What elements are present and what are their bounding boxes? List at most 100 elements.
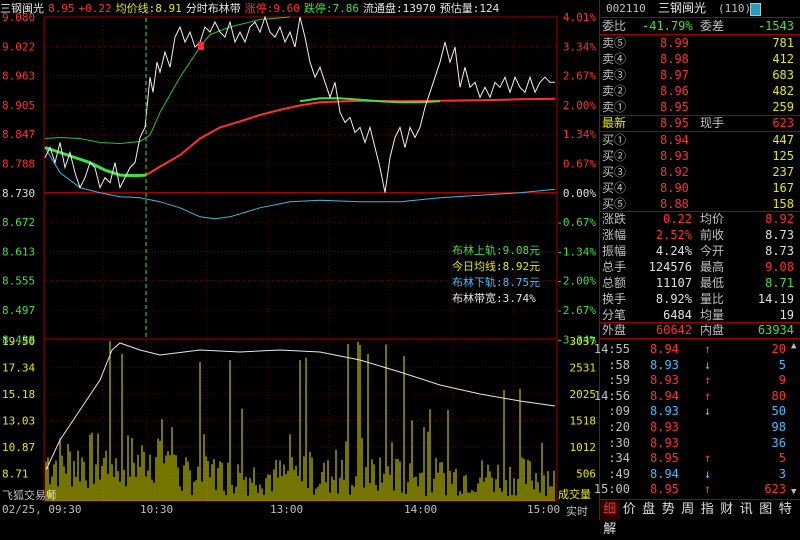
tab-5[interactable]: 指 (698, 500, 718, 520)
ask-volume: 412 (772, 52, 794, 66)
stat-label: 涨幅 (602, 228, 627, 242)
stat-row[interactable]: 总额 11107 最低 8.71 (600, 275, 798, 291)
tab-7[interactable]: 讯 (737, 500, 757, 520)
axis-label: 8.905 (2, 99, 35, 112)
stat-label: 均量 (700, 308, 725, 322)
tick-price: 8.94 (650, 466, 679, 481)
tick-row[interactable]: :58 8.93 ↓ 5 (600, 357, 798, 373)
stat-row[interactable]: 涨跌 0.22 均价 8.92 (600, 211, 798, 227)
tick-row[interactable]: 14:56 8.94 ↑ 80 (594, 388, 798, 404)
tab-2[interactable]: 盘 (639, 500, 659, 520)
panel-toggle-icon[interactable] (750, 3, 761, 16)
scroll-up-icon[interactable]: ▲ (791, 341, 796, 351)
ask-volume: 781 (772, 36, 794, 50)
tab-10[interactable]: 解 (600, 520, 620, 540)
bid-label: 买④ (602, 181, 627, 195)
tick-time: :34 (608, 451, 630, 466)
ask-row[interactable]: 卖① 8.95 259 (600, 99, 798, 115)
tab-4[interactable]: 周 (678, 500, 698, 520)
stat-label: 振幅 (602, 244, 627, 258)
tick-price: 8.93 (650, 357, 679, 372)
tab-6[interactable]: 财 (717, 500, 737, 520)
bollinger-upper-line (44, 16, 291, 145)
bid-row[interactable]: 买④ 8.90 167 (600, 180, 798, 196)
axis-label: 2.00% (563, 99, 596, 112)
ask-row[interactable]: 卖⑤ 8.99 781 (600, 35, 798, 51)
tick-row[interactable]: 14:55 8.94 ↑ 20 (594, 341, 798, 357)
tick-row[interactable]: :20 8.93 98 (600, 419, 798, 435)
axis-label: -1.34% (556, 245, 596, 258)
stat-row[interactable]: 换手 8.92% 量比 14.19 (600, 291, 798, 307)
bid-price: 8.92 (660, 165, 689, 179)
axis-label: 1.34% (563, 128, 596, 141)
stat-value: 8.73 (765, 228, 794, 242)
tick-volume: 98 (771, 420, 786, 434)
tick-price: 8.94 (650, 388, 679, 403)
tick-price: 8.94 (650, 342, 679, 356)
stat-row[interactable]: 总手 124576 最高 9.08 (600, 259, 798, 275)
inner-volume: 63934 (757, 323, 794, 337)
tick-time: :20 (608, 420, 630, 434)
bid-row[interactable]: 买③ 8.92 237 (600, 164, 798, 180)
watermark: 飞狐交易师 (2, 488, 57, 502)
tab-1[interactable]: 价 (620, 500, 640, 520)
tick-row[interactable]: :30 8.93 36 (600, 435, 798, 451)
tick-direction-icon: ↑ (704, 388, 712, 403)
axis-label: 8.555 (2, 275, 35, 288)
tab-8[interactable]: 图 (756, 500, 776, 520)
ask-price: 8.95 (660, 100, 689, 114)
bid-label: 买② (602, 149, 627, 163)
bollinger-upper-label: 布林上轨:9.08元 (452, 244, 541, 257)
volume-axis-labels-left: 19.50 17.34 15.18 13.03 10.87 8.71 (2, 335, 35, 481)
stock-code: 002110 (606, 2, 646, 15)
tick-row[interactable]: :49 8.94 ↓ 3 (600, 466, 798, 482)
ask-row[interactable]: 卖③ 8.97 683 (600, 67, 798, 83)
tick-row[interactable]: :59 8.93 ↑ 9 (600, 372, 798, 388)
tick-volume: 623 (764, 482, 786, 497)
outer-inner-row: 外盘 60642 内盘 63934 (602, 323, 794, 337)
time-label-1500: 15:00 (527, 503, 561, 516)
bid-price: 8.88 (660, 197, 689, 211)
stat-row[interactable]: 振幅 4.24% 今开 8.73 (600, 243, 798, 259)
ratio-value: -41.79% (642, 19, 693, 33)
tick-volume: 50 (771, 404, 786, 419)
tab-3[interactable]: 势 (659, 500, 679, 520)
stat-row[interactable]: 分笔 6484 均量 19 (600, 307, 798, 323)
tick-row[interactable]: 15:00 8.95 ↑ 623 (594, 481, 798, 497)
stat-label: 量比 (700, 292, 725, 306)
stat-value: 8.73 (765, 244, 794, 258)
last-volume: 623 (772, 116, 794, 130)
ask-price: 8.97 (660, 68, 689, 82)
stat-value: 0.22 (663, 212, 692, 226)
last-price-row: 最新 8.95 现手 623 (602, 116, 794, 130)
bollinger-mid-label: 今日均线:8.92元 (452, 260, 541, 273)
tab-9[interactable]: 特 (776, 500, 796, 520)
chart-header: 三钢闽光 8.95 +0.22 均价线:8.91 分时布林带 涨停:9.60 跌停:7.86… (0, 0, 598, 17)
bollinger-legend: 布林上轨:9.08元 今日均线:8.92元 布林下轨:8.75元 布林带宽:3.… (452, 243, 540, 307)
axis-label: 8.847 (2, 128, 35, 141)
stat-value: 9.08 (765, 260, 794, 274)
bid-row[interactable]: 买⑤ 8.88 158 (600, 196, 798, 212)
bid-row[interactable]: 买② 8.93 125 (600, 148, 798, 164)
tick-scrollbar[interactable]: ▲ ▼ (791, 341, 799, 497)
outer-volume: 60642 (656, 323, 693, 337)
ask-row[interactable]: 卖② 8.96 482 (600, 83, 798, 99)
tick-volume: 20 (771, 342, 786, 356)
ask-row[interactable]: 卖④ 8.98 412 (600, 51, 798, 67)
tab-0[interactable]: 细 (600, 500, 620, 520)
bollinger-lower-line (44, 147, 556, 220)
stat-row[interactable]: 涨幅 2.52% 前收 8.73 (600, 227, 798, 243)
volume-axis-labels-right: 3037 2531 2025 1518 1012 506 (570, 335, 597, 481)
ask-label: 卖⑤ (602, 36, 627, 50)
bid-row[interactable]: 买① 8.94 447 (600, 132, 798, 148)
tick-row[interactable]: :09 8.93 ↓ 50 (600, 403, 798, 419)
tick-row[interactable]: :34 8.95 ↑ 5 (600, 450, 798, 466)
ask-label: 卖② (602, 84, 627, 98)
tick-price: 8.93 (650, 420, 679, 434)
stock-number: (110) (718, 2, 752, 15)
volume-label: 成交量 (558, 487, 591, 501)
price-change: +0.22 (78, 2, 112, 15)
stock-name: 三钢闽光 (658, 1, 707, 15)
scroll-down-icon[interactable]: ▼ (791, 487, 796, 497)
time-mode-label[interactable]: 实时 (566, 503, 588, 519)
